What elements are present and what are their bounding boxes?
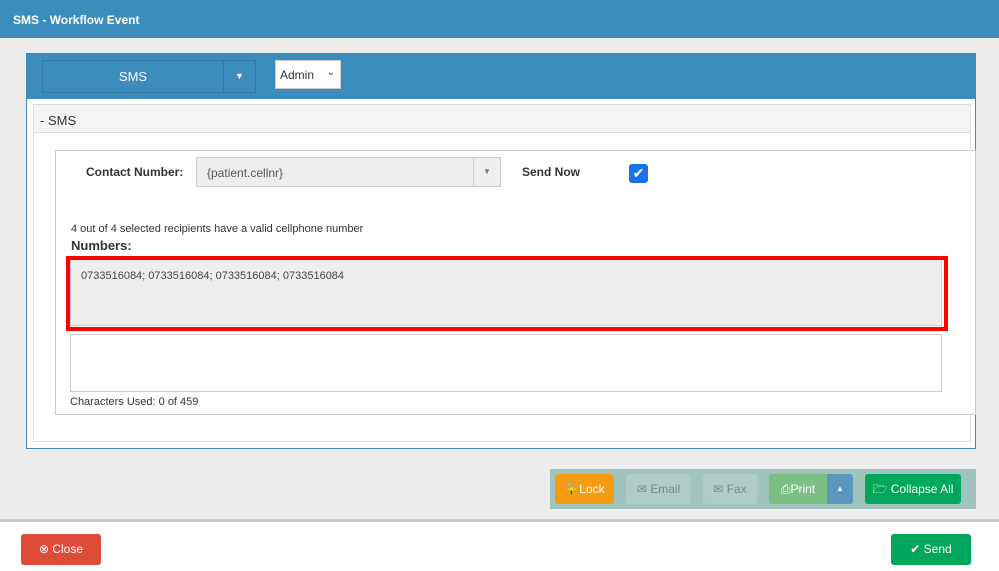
lock-label: Lock xyxy=(579,482,605,496)
section-toggle[interactable]: - SMS xyxy=(34,105,970,133)
folder-open-icon: 🗁 xyxy=(872,482,891,496)
close-button[interactable]: ⊗ Close xyxy=(21,534,101,565)
lock-button[interactable]: 🔓Lock xyxy=(555,474,614,504)
print-label: Print xyxy=(790,482,816,496)
check-circle-icon: ✔ xyxy=(910,542,924,556)
printer-icon: ⎙ xyxy=(780,482,791,496)
numbers-label: Numbers: xyxy=(71,238,132,253)
send-label: Send xyxy=(923,542,952,556)
chevron-down-icon: ⌄ xyxy=(326,67,335,78)
email-label: Email xyxy=(650,482,681,496)
recipients-note: 4 out of 4 selected recipients have a va… xyxy=(71,223,364,235)
close-label: Close xyxy=(52,542,84,556)
caret-down-icon: ▼ xyxy=(473,158,500,186)
highlight-box xyxy=(66,256,948,331)
contact-number-value: {patient.cellnr} xyxy=(207,166,284,180)
collapse-all-label: Collapse All xyxy=(890,482,954,496)
print-button[interactable]: ⎙Print xyxy=(769,474,827,504)
envelope-icon: ✉ xyxy=(713,482,727,496)
window-title: SMS - Workflow Event xyxy=(0,0,999,38)
email-button[interactable]: ✉ Email xyxy=(626,474,691,504)
role-select[interactable]: Admin ⌄ xyxy=(275,60,341,89)
action-toolbar: 🔓Lock ✉ Email ✉ Fax ⎙Print ▲ 🗁 Collapse … xyxy=(550,469,976,509)
caret-down-icon[interactable]: ▼ xyxy=(223,60,256,93)
collapse-all-button[interactable]: 🗁 Collapse All xyxy=(865,474,961,504)
contact-number-label: Contact Number: xyxy=(86,165,184,179)
fax-button[interactable]: ✉ Fax xyxy=(703,474,757,504)
role-select-value: Admin xyxy=(280,68,315,82)
close-circle-icon: ⊗ xyxy=(38,542,53,556)
send-button[interactable]: ✔ Send xyxy=(891,534,971,565)
event-type-button[interactable]: SMS xyxy=(42,60,224,93)
envelope-icon: ✉ xyxy=(636,482,651,496)
print-options-caret[interactable]: ▲ xyxy=(827,474,853,504)
message-textarea[interactable] xyxy=(70,334,942,392)
send-now-checkbox[interactable]: ✔ xyxy=(629,164,648,183)
fax-label: Fax xyxy=(726,482,747,496)
contact-number-select[interactable]: {patient.cellnr} ▼ xyxy=(196,157,501,187)
send-now-label: Send Now xyxy=(522,165,581,179)
footer: ⊗ Close ✔ Send xyxy=(0,519,999,571)
unlock-icon: 🔓 xyxy=(564,482,580,496)
characters-used: Characters Used: 0 of 459 xyxy=(70,396,199,408)
